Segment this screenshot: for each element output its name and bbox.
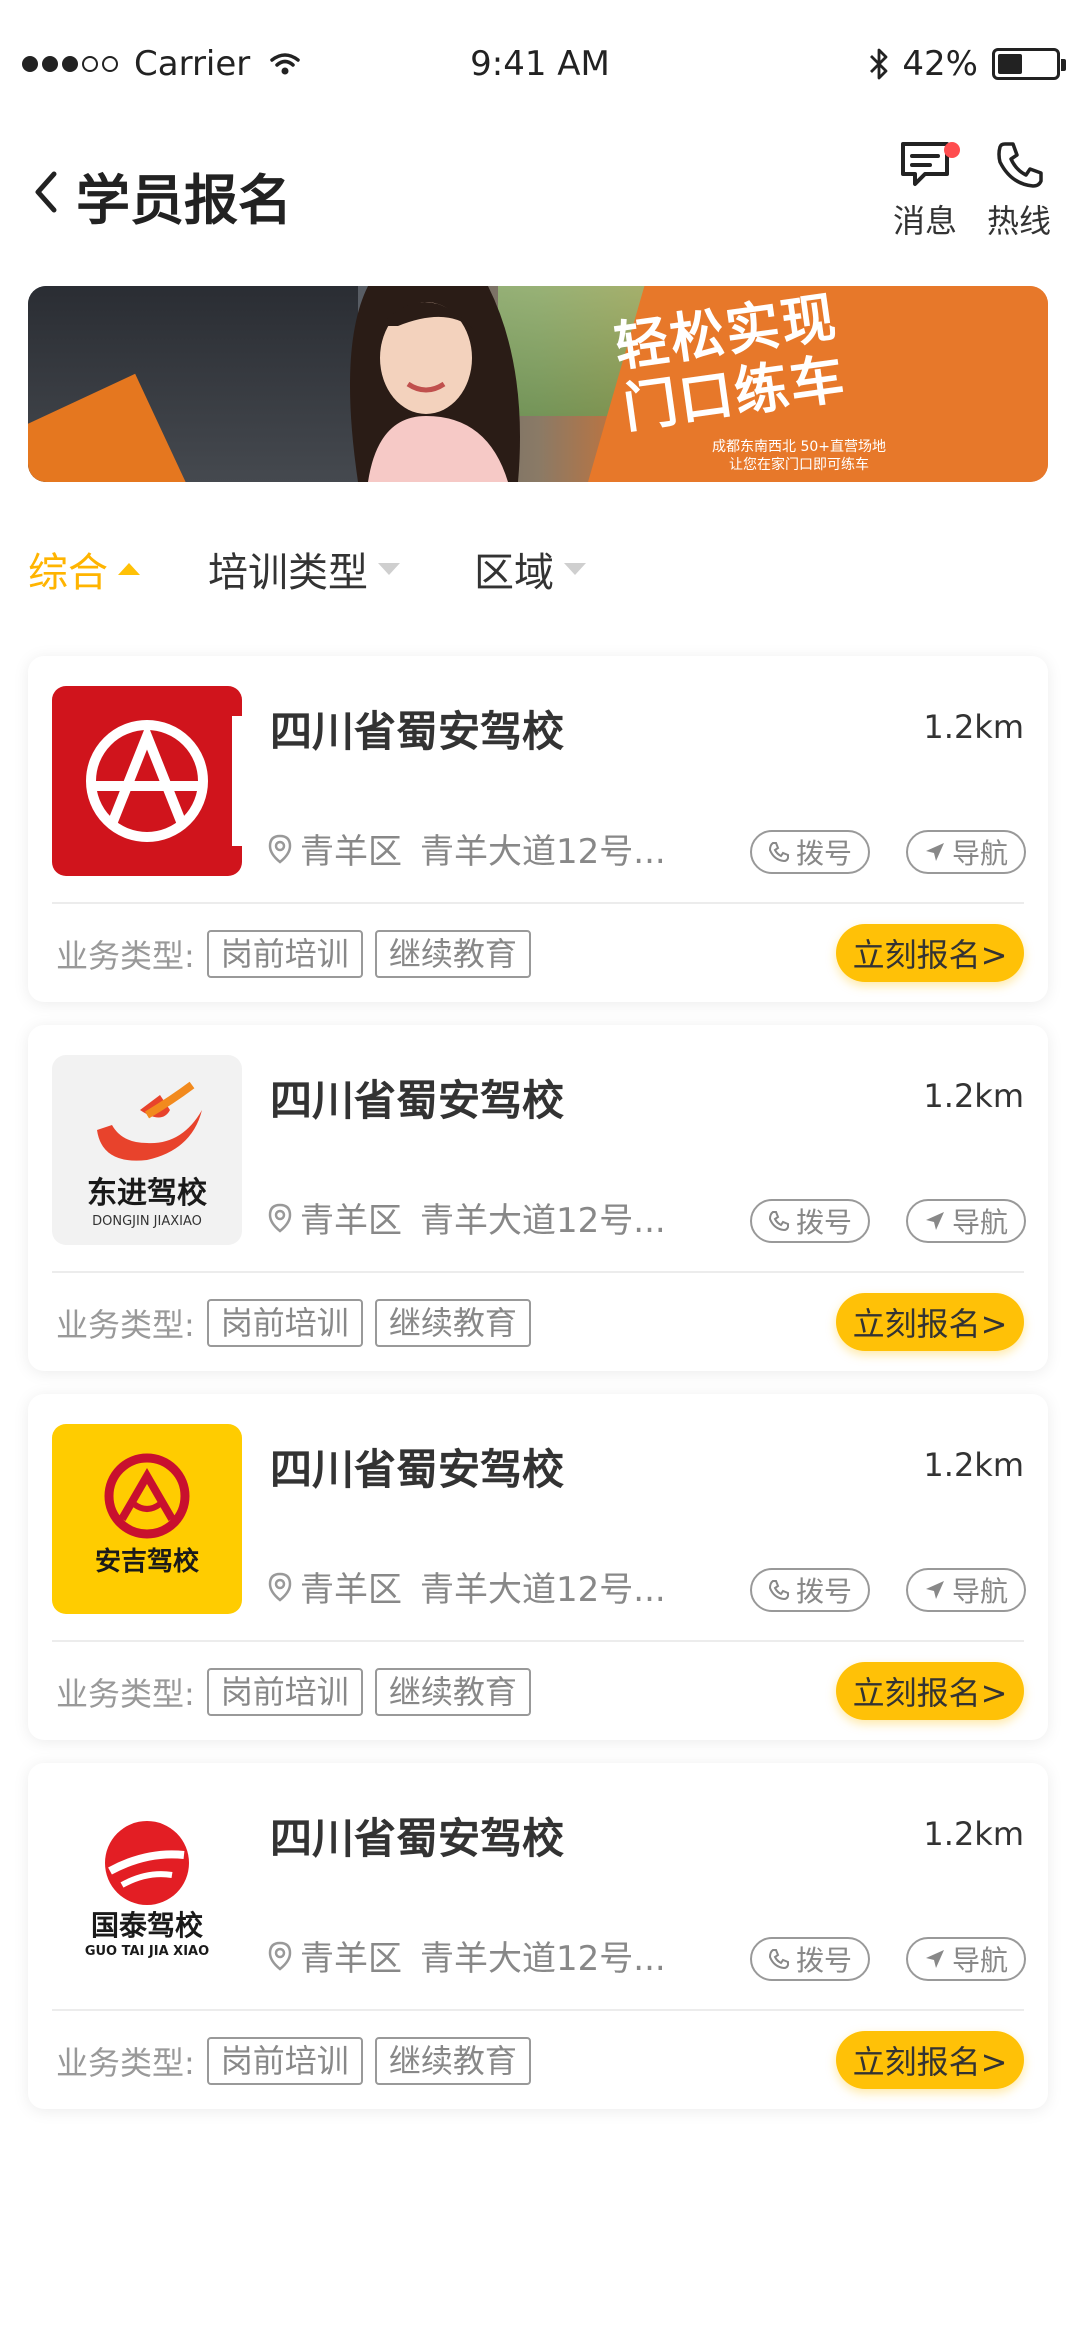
svg-text:国泰驾校: 国泰驾校 bbox=[91, 1909, 204, 1942]
business-tag: 岗前培训 bbox=[206, 930, 363, 978]
svg-text:东进驾校: 东进驾校 bbox=[87, 1176, 207, 1211]
banner-subtext: 成都东南西北 50+直营场地 让您在家门口即可练车 bbox=[712, 439, 886, 473]
bluetooth-icon bbox=[870, 48, 888, 80]
hotline-label: 热线 bbox=[986, 202, 1051, 240]
location-pin-icon bbox=[268, 1572, 292, 1602]
page-title: 学员报名 bbox=[76, 169, 292, 232]
business-tag: 继续教育 bbox=[374, 1299, 531, 1347]
unread-dot bbox=[944, 142, 960, 158]
school-logo: 东进驾校 DONGJIN JIAXIAO bbox=[52, 1055, 242, 1245]
business-tag: 岗前培训 bbox=[206, 1299, 363, 1347]
school-address: 青羊区 青羊大道12号... bbox=[268, 1931, 666, 1980]
business-tag: 继续教育 bbox=[374, 1668, 531, 1716]
call-button[interactable]: 拨号 bbox=[750, 1937, 870, 1981]
phone-icon bbox=[768, 1949, 789, 1970]
nav-header: 学员报名 消息 热线 bbox=[0, 130, 1080, 260]
caret-up-icon bbox=[118, 563, 140, 575]
business-tag: 继续教育 bbox=[374, 2037, 531, 2085]
school-logo bbox=[52, 686, 242, 876]
school-name: 四川省蜀安驾校 bbox=[270, 1445, 565, 1494]
filter-bar: 综合 培训类型 区域 bbox=[28, 540, 1048, 600]
call-button[interactable]: 拨号 bbox=[750, 1199, 870, 1243]
caret-down-icon bbox=[564, 563, 586, 575]
navigation-arrow-icon bbox=[925, 1950, 944, 1968]
school-card[interactable]: 国泰驾校 GUO TAI JIA XIAO 四川省蜀安驾校 1.2km 青羊区青… bbox=[28, 1763, 1048, 2109]
navigate-button[interactable]: 导航 bbox=[906, 1568, 1026, 1612]
phone-icon bbox=[997, 142, 1043, 188]
enroll-button[interactable]: 立刻报名> bbox=[836, 1662, 1024, 1720]
business-types: 业务类型: 岗前培训 继续教育 bbox=[56, 930, 531, 978]
location-pin-icon bbox=[268, 834, 292, 864]
phone-icon bbox=[768, 1580, 789, 1601]
business-tag: 继续教育 bbox=[374, 930, 531, 978]
phone-icon bbox=[768, 1211, 789, 1232]
battery-percent: 42% bbox=[902, 44, 978, 84]
school-card[interactable]: 安吉驾校 四川省蜀安驾校 1.2km 青羊区 青羊大道12号... 拨号 导航 业… bbox=[28, 1394, 1048, 1740]
driver-photo bbox=[350, 286, 520, 482]
business-types: 业务类型: 岗前培训 继续教育 bbox=[56, 1668, 531, 1716]
status-bar: Carrier 9:41 AM 42% bbox=[0, 0, 1080, 130]
svg-text:DONGJIN JIAXIAO: DONGJIN JIAXIAO bbox=[92, 1214, 202, 1229]
navigate-button[interactable]: 导航 bbox=[906, 1199, 1026, 1243]
school-logo: 安吉驾校 bbox=[52, 1424, 242, 1614]
school-address: 青羊区 青羊大道12号... bbox=[268, 1562, 666, 1611]
school-distance: 1.2km bbox=[923, 1446, 1024, 1484]
school-distance: 1.2km bbox=[923, 1815, 1024, 1853]
business-types: 业务类型: 岗前培训 继续教育 bbox=[56, 1299, 531, 1347]
filter-training-type[interactable]: 培训类型 bbox=[208, 540, 400, 598]
navigate-button[interactable]: 导航 bbox=[906, 1937, 1026, 1981]
business-tag: 岗前培训 bbox=[206, 2037, 363, 2085]
messages-button[interactable]: 消息 bbox=[880, 138, 970, 242]
navigate-button[interactable]: 导航 bbox=[906, 830, 1026, 874]
phone-icon bbox=[768, 842, 789, 863]
enroll-button[interactable]: 立刻报名> bbox=[836, 924, 1024, 982]
svg-text:GUO TAI JIA XIAO: GUO TAI JIA XIAO bbox=[85, 1944, 209, 1959]
back-arrow-icon[interactable] bbox=[24, 162, 74, 222]
filter-comprehensive[interactable]: 综合 bbox=[28, 540, 140, 598]
call-button[interactable]: 拨号 bbox=[750, 830, 870, 874]
school-name: 四川省蜀安驾校 bbox=[270, 707, 565, 756]
enroll-button[interactable]: 立刻报名> bbox=[836, 1293, 1024, 1351]
navigation-arrow-icon bbox=[925, 1212, 944, 1230]
battery-icon bbox=[992, 48, 1066, 80]
business-tag: 岗前培训 bbox=[206, 1668, 363, 1716]
svg-text:安吉驾校: 安吉驾校 bbox=[95, 1546, 200, 1577]
enroll-button[interactable]: 立刻报名> bbox=[836, 2031, 1024, 2089]
hotline-button[interactable]: 热线 bbox=[974, 138, 1064, 242]
business-types: 业务类型: 岗前培训 继续教育 bbox=[56, 2037, 531, 2085]
navigation-arrow-icon bbox=[925, 843, 944, 861]
school-name: 四川省蜀安驾校 bbox=[270, 1814, 565, 1863]
promo-banner[interactable]: 轻松实现 门口练车 成都东南西北 50+直营场地 让您在家门口即可练车 bbox=[28, 286, 1048, 482]
battery-info: 42% bbox=[868, 44, 1066, 84]
school-name: 四川省蜀安驾校 bbox=[270, 1076, 565, 1125]
messages-label: 消息 bbox=[892, 202, 957, 240]
school-logo: 国泰驾校 GUO TAI JIA XIAO bbox=[52, 1793, 242, 1983]
school-address: 青羊区 青羊大道12号... bbox=[268, 1193, 666, 1242]
location-pin-icon bbox=[268, 1203, 292, 1233]
school-distance: 1.2km bbox=[923, 708, 1024, 746]
school-card[interactable]: 东进驾校 DONGJIN JIAXIAO 四川省蜀安驾校 1.2km 青羊区 青羊… bbox=[28, 1025, 1048, 1371]
navigation-arrow-icon bbox=[925, 1581, 944, 1599]
location-pin-icon bbox=[268, 1941, 292, 1971]
school-distance: 1.2km bbox=[923, 1077, 1024, 1115]
call-button[interactable]: 拨号 bbox=[750, 1568, 870, 1612]
caret-down-icon bbox=[378, 563, 400, 575]
school-address: 青羊区 青羊大道12号... bbox=[268, 824, 666, 873]
filter-area[interactable]: 区域 bbox=[474, 540, 586, 598]
school-card[interactable]: 四川省蜀安驾校 1.2km 青羊区 青羊大道12号... 拨号 导航 业务类型: … bbox=[28, 656, 1048, 1002]
